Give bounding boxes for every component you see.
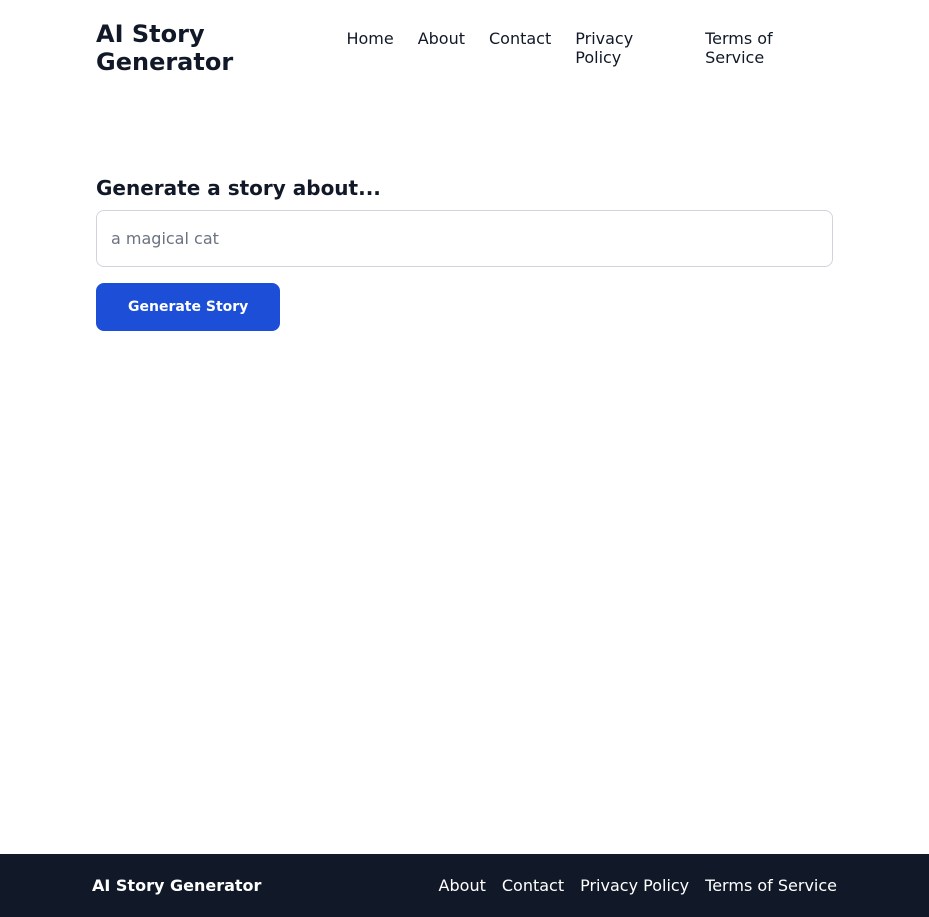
footer-brand: AI Story Generator	[92, 876, 261, 895]
nav-terms[interactable]: Terms of Service	[705, 29, 833, 67]
generate-story-button[interactable]: Generate Story	[96, 283, 280, 331]
footer-nav-contact[interactable]: Contact	[502, 876, 564, 895]
footer-nav-privacy[interactable]: Privacy Policy	[580, 876, 689, 895]
header-nav: Home About Contact Privacy Policy Terms …	[346, 29, 833, 67]
brand-title: AI Story Generator	[96, 20, 346, 76]
footer-nav-about[interactable]: About	[439, 876, 486, 895]
nav-home[interactable]: Home	[346, 29, 393, 67]
prompt-label: Generate a story about...	[96, 176, 833, 200]
nav-contact[interactable]: Contact	[489, 29, 551, 67]
story-prompt-input[interactable]	[96, 210, 833, 267]
footer-nav-terms[interactable]: Terms of Service	[705, 876, 837, 895]
nav-privacy[interactable]: Privacy Policy	[575, 29, 681, 67]
header: AI Story Generator Home About Contact Pr…	[0, 0, 929, 96]
footer: AI Story Generator About Contact Privacy…	[0, 854, 929, 917]
main-content: Generate a story about... Generate Story	[0, 96, 929, 854]
nav-about[interactable]: About	[418, 29, 465, 67]
footer-nav: About Contact Privacy Policy Terms of Se…	[439, 876, 837, 895]
